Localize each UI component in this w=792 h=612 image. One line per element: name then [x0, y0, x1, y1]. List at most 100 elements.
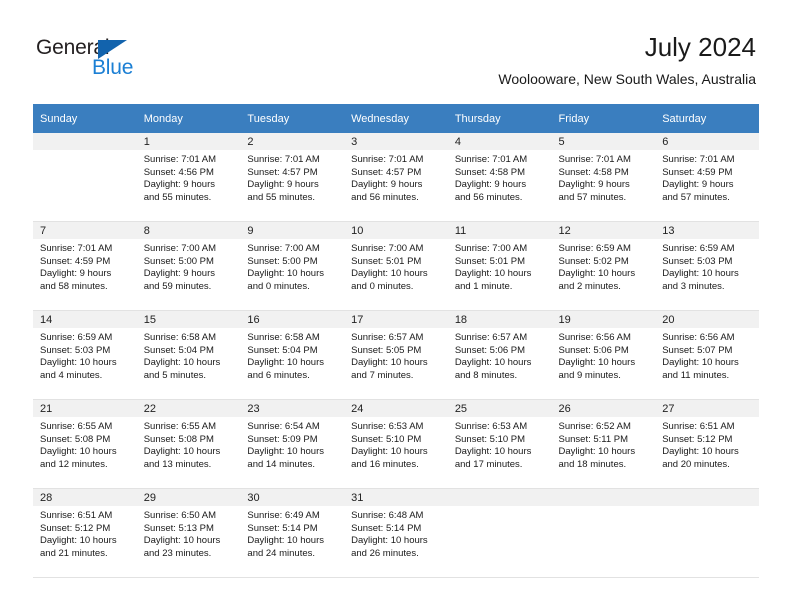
calendar-cell-inner: 20 Sunrise: 6:56 AM Sunset: 5:07 PM Dayligh… — [655, 311, 759, 399]
calendar-day-cell[interactable]: 17 Sunrise: 6:57 AM Sunset: 5:05 PM Dayligh… — [344, 310, 448, 400]
calendar-day-cell[interactable]: 31 Sunrise: 6:48 AM Sunset: 5:14 PM Dayligh… — [344, 488, 448, 578]
calendar-day-cell[interactable]: 5 Sunrise: 7:01 AM Sunset: 4:58 PM Daylight… — [551, 133, 656, 222]
day-details: Sunrise: 7:00 AM Sunset: 5:01 PM Daylight:… — [344, 239, 448, 293]
day-details: Sunrise: 6:53 AM Sunset: 5:10 PM Daylight:… — [344, 417, 448, 471]
calendar-day-cell[interactable]: 3 Sunrise: 7:01 AM Sunset: 4:57 PM Daylight… — [344, 133, 448, 222]
sunrise-text: Sunrise: 6:53 AM — [351, 421, 424, 432]
calendar-day-cell[interactable]: 22 Sunrise: 6:55 AM Sunset: 5:08 PM Dayligh… — [136, 399, 241, 489]
sunset-text: Sunset: 5:00 PM — [247, 255, 318, 267]
calendar-cell-inner: 25 Sunrise: 6:53 AM Sunset: 5:10 PM Dayligh… — [447, 400, 552, 488]
day-number: 30 — [240, 489, 345, 506]
weekday-header-sunday: Sunday — [33, 104, 137, 133]
calendar-day-cell[interactable]: 10 Sunrise: 7:00 AM Sunset: 5:01 PM Dayligh… — [344, 221, 448, 311]
calendar-day-cell[interactable]: 21 Sunrise: 6:55 AM Sunset: 5:08 PM Dayligh… — [33, 399, 137, 489]
sunrise-text: Sunrise: 7:01 AM — [40, 243, 113, 254]
calendar-cell-inner: 7 Sunrise: 7:01 AM Sunset: 4:59 PM Daylight… — [33, 222, 137, 310]
day-number: 6 — [655, 133, 759, 150]
daylight-text: and 5 minutes. — [143, 369, 207, 381]
day-number: 26 — [551, 400, 656, 417]
day-details: Sunrise: 6:55 AM Sunset: 5:08 PM Daylight:… — [33, 417, 137, 471]
day-number: 23 — [240, 400, 345, 417]
daylight-text: and 59 minutes. — [143, 280, 212, 292]
calendar-day-cell[interactable]: 4 Sunrise: 7:01 AM Sunset: 4:58 PM Daylight… — [447, 133, 552, 222]
daylight-text: Daylight: 10 hours — [454, 357, 532, 369]
calendar-cell-inner: 14 Sunrise: 6:59 AM Sunset: 5:03 PM Dayligh… — [33, 311, 137, 399]
calendar-cell-inner: 13 Sunrise: 6:59 AM Sunset: 5:03 PM Dayligh… — [655, 222, 759, 310]
day-number: 12 — [551, 222, 656, 239]
daylight-text: and 58 minutes. — [40, 280, 108, 292]
sunset-text: Sunset: 5:06 PM — [454, 344, 526, 356]
day-number: 20 — [655, 311, 759, 328]
calendar-cell-empty — [655, 488, 759, 578]
daylight-text: and 56 minutes. — [454, 191, 523, 203]
sunrise-text: Sunrise: 6:53 AM — [454, 421, 528, 432]
logo-text-blue: Blue — [92, 56, 134, 79]
day-number — [551, 489, 656, 506]
calendar-day-cell[interactable]: 11 Sunrise: 7:00 AM Sunset: 5:01 PM Dayligh… — [447, 221, 552, 311]
daylight-text: and 55 minutes. — [247, 191, 316, 203]
calendar-day-cell[interactable]: 12 Sunrise: 6:59 AM Sunset: 5:02 PM Dayligh… — [551, 221, 656, 311]
page-subtitle: Woolooware, New South Wales, Australia — [498, 71, 756, 87]
sunset-text: Sunset: 5:09 PM — [247, 433, 318, 445]
calendar-day-cell[interactable]: 26 Sunrise: 6:52 AM Sunset: 5:11 PM Dayligh… — [551, 399, 656, 489]
day-number: 17 — [344, 311, 448, 328]
calendar-day-cell[interactable]: 6 Sunrise: 7:01 AM Sunset: 4:59 PM Daylight… — [655, 133, 759, 222]
calendar-cell-inner: 2 Sunrise: 7:01 AM Sunset: 4:57 PM Daylight… — [240, 133, 345, 221]
daylight-text: Daylight: 10 hours — [351, 446, 428, 458]
calendar-day-cell[interactable]: 2 Sunrise: 7:01 AM Sunset: 4:57 PM Daylight… — [240, 133, 345, 222]
calendar-day-cell[interactable]: 29 Sunrise: 6:50 AM Sunset: 5:13 PM Dayligh… — [136, 488, 241, 578]
calendar-day-cell[interactable]: 15 Sunrise: 6:58 AM Sunset: 5:04 PM Dayligh… — [136, 310, 241, 400]
calendar-day-cell[interactable]: 25 Sunrise: 6:53 AM Sunset: 5:10 PM Dayligh… — [447, 399, 552, 489]
daylight-text: Daylight: 10 hours — [351, 268, 428, 280]
calendar-page: General Blue July 2024 Woolooware, New S… — [0, 0, 792, 612]
calendar-cell-inner: 17 Sunrise: 6:57 AM Sunset: 5:05 PM Dayligh… — [344, 311, 448, 399]
daylight-text: Daylight: 9 hours — [40, 268, 112, 280]
calendar-day-cell[interactable]: 30 Sunrise: 6:49 AM Sunset: 5:14 PM Dayligh… — [240, 488, 345, 578]
daylight-text: Daylight: 9 hours — [558, 179, 630, 191]
calendar-day-cell[interactable]: 28 Sunrise: 6:51 AM Sunset: 5:12 PM Dayligh… — [33, 488, 137, 578]
sunset-text: Sunset: 5:13 PM — [143, 522, 214, 534]
calendar-day-cell[interactable]: 16 Sunrise: 6:58 AM Sunset: 5:04 PM Dayligh… — [240, 310, 345, 400]
calendar-day-cell[interactable]: 9 Sunrise: 7:00 AM Sunset: 5:00 PM Daylight… — [240, 221, 345, 311]
calendar-day-cell[interactable]: 19 Sunrise: 6:56 AM Sunset: 5:06 PM Dayligh… — [551, 310, 656, 400]
sunrise-text: Sunrise: 7:00 AM — [247, 243, 320, 254]
calendar-cell-inner: 23 Sunrise: 6:54 AM Sunset: 5:09 PM Dayligh… — [240, 400, 345, 488]
calendar-day-cell[interactable]: 14 Sunrise: 6:59 AM Sunset: 5:03 PM Dayligh… — [33, 310, 137, 400]
sunset-text: Sunset: 4:58 PM — [454, 166, 526, 178]
day-number: 13 — [655, 222, 759, 239]
calendar-day-cell[interactable]: 24 Sunrise: 6:53 AM Sunset: 5:10 PM Dayligh… — [344, 399, 448, 489]
calendar-day-cell[interactable]: 1 Sunrise: 7:01 AM Sunset: 4:56 PM Daylight… — [136, 133, 241, 222]
daylight-text: Daylight: 10 hours — [558, 446, 636, 458]
daylight-text: and 1 minute. — [454, 280, 513, 292]
calendar-day-cell[interactable]: 23 Sunrise: 6:54 AM Sunset: 5:09 PM Dayligh… — [240, 399, 345, 489]
sunset-text: Sunset: 4:59 PM — [662, 166, 733, 178]
calendar-day-cell[interactable]: 13 Sunrise: 6:59 AM Sunset: 5:03 PM Dayligh… — [655, 221, 759, 311]
daylight-text: and 8 minutes. — [454, 369, 518, 381]
calendar-cell-inner: 19 Sunrise: 6:56 AM Sunset: 5:06 PM Dayligh… — [551, 311, 656, 399]
general-blue-logo[interactable]: General Blue — [36, 36, 216, 84]
day-number: 9 — [240, 222, 345, 239]
sunrise-text: Sunrise: 7:01 AM — [143, 154, 217, 165]
sunrise-text: Sunrise: 6:48 AM — [351, 510, 424, 521]
weekday-header-wednesday: Wednesday — [344, 104, 448, 133]
daylight-text: Daylight: 10 hours — [40, 535, 117, 547]
day-number — [33, 133, 137, 150]
calendar-day-cell[interactable]: 7 Sunrise: 7:01 AM Sunset: 4:59 PM Daylight… — [33, 221, 137, 311]
sunrise-text: Sunrise: 6:51 AM — [662, 421, 735, 432]
calendar-day-cell[interactable]: 8 Sunrise: 7:00 AM Sunset: 5:00 PM Daylight… — [136, 221, 241, 311]
daylight-text: and 0 minutes. — [247, 280, 310, 292]
day-number — [655, 489, 759, 506]
daylight-text: and 21 minutes. — [40, 547, 108, 559]
calendar-cell-inner: 22 Sunrise: 6:55 AM Sunset: 5:08 PM Dayligh… — [136, 400, 241, 488]
sunrise-text: Sunrise: 6:58 AM — [143, 332, 217, 343]
calendar-day-cell[interactable]: 20 Sunrise: 6:56 AM Sunset: 5:07 PM Dayligh… — [655, 310, 759, 400]
sunrise-text: Sunrise: 7:01 AM — [351, 154, 424, 165]
sunset-text: Sunset: 5:10 PM — [351, 433, 422, 445]
calendar-day-cell[interactable]: 27 Sunrise: 6:51 AM Sunset: 5:12 PM Dayligh… — [655, 399, 759, 489]
calendar-day-cell[interactable]: 18 Sunrise: 6:57 AM Sunset: 5:06 PM Dayligh… — [447, 310, 552, 400]
day-details: Sunrise: 6:57 AM Sunset: 5:06 PM Daylight:… — [448, 328, 552, 382]
calendar-cell-inner: 12 Sunrise: 6:59 AM Sunset: 5:02 PM Dayligh… — [551, 222, 656, 310]
sunrise-text: Sunrise: 6:56 AM — [558, 332, 631, 343]
daylight-text: Daylight: 10 hours — [454, 268, 532, 280]
daylight-text: Daylight: 10 hours — [662, 357, 739, 369]
